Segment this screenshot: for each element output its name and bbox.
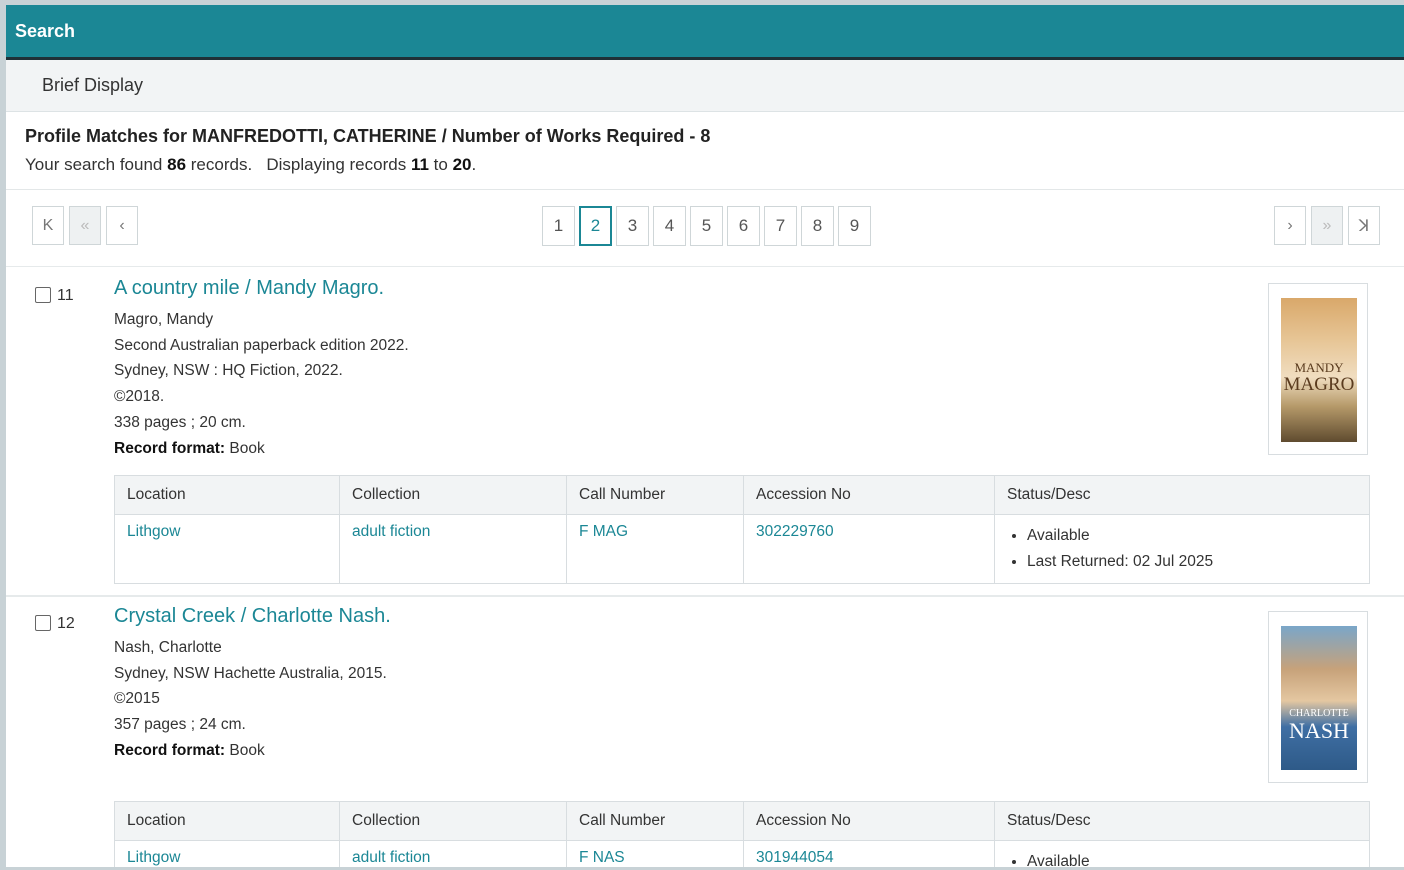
search-result-summary: Your search found 86 records. Displaying… — [25, 155, 477, 174]
first-page-icon: K — [42, 216, 54, 234]
location-link[interactable]: Lithgow — [127, 523, 180, 540]
call-number-link[interactable]: F MAG — [579, 523, 628, 540]
record-title-link[interactable]: Crystal Creek / Charlotte Nash. — [114, 605, 391, 628]
record-details: Nash, Charlotte Sydney, NSW Hachette Aus… — [114, 635, 387, 764]
record-extent: 338 pages ; 20 cm. — [114, 413, 246, 431]
cover-image: MANDY MAGRO — [1281, 298, 1357, 442]
previous-group-button[interactable]: « — [69, 206, 101, 245]
status-available: Available — [1027, 523, 1357, 549]
chevron-left-icon: ‹ — [119, 216, 125, 234]
page-number-list: 123456789 — [542, 206, 871, 246]
double-chevron-right-icon: » — [1322, 216, 1332, 234]
app-frame: Search Brief Display Profile Matches for… — [6, 5, 1404, 867]
page-9-button[interactable]: 9 — [838, 206, 871, 246]
record-format: Record format: Book — [114, 741, 265, 759]
accession-link[interactable]: 301944054 — [756, 849, 834, 866]
page-6-button[interactable]: 6 — [727, 206, 760, 246]
call-number-link[interactable]: F NAS — [579, 849, 625, 866]
record-format: Record format: Book — [114, 439, 265, 457]
record-select-checkbox[interactable] — [35, 615, 51, 631]
status-list: Available Last Returned: 02 Jul 2025 — [1007, 523, 1357, 575]
last-page-button[interactable]: ꓘ — [1348, 206, 1380, 245]
profile-summary: Profile Matches for MANFREDOTTI, CATHERI… — [6, 112, 1404, 190]
col-status: Status/Desc — [994, 475, 1370, 515]
status-list: Available — [1007, 849, 1357, 867]
location-link[interactable]: Lithgow — [127, 849, 180, 866]
col-location: Location — [114, 475, 340, 515]
record-extent: 357 pages ; 24 cm. — [114, 716, 246, 734]
chevron-right-icon: › — [1287, 216, 1293, 234]
result-record: 12 Crystal Creek / Charlotte Nash. Nash,… — [6, 597, 1404, 867]
page-5-button[interactable]: 5 — [690, 206, 723, 246]
book-cover[interactable]: MANDY MAGRO — [1268, 283, 1368, 455]
table-row: Lithgow adult fiction F NAS 301944054 Av… — [114, 840, 1370, 867]
col-accession: Accession No — [743, 801, 995, 841]
record-select-checkbox[interactable] — [35, 287, 51, 303]
result-count: 86 — [167, 155, 187, 174]
col-call-number: Call Number — [566, 475, 744, 515]
first-page-button[interactable]: K — [32, 206, 64, 245]
book-cover[interactable]: CHARLOTTE NASH — [1268, 611, 1368, 783]
cover-image: CHARLOTTE NASH — [1281, 626, 1357, 770]
collection-link[interactable]: adult fiction — [352, 523, 430, 540]
page-4-button[interactable]: 4 — [653, 206, 686, 246]
record-number: 12 — [57, 615, 75, 632]
collection-link[interactable]: adult fiction — [352, 849, 430, 866]
display-from: 11 — [410, 155, 429, 174]
record-copyright: ©2015 — [114, 690, 160, 708]
record-details: Magro, Mandy Second Australian paperback… — [114, 307, 409, 461]
page-8-button[interactable]: 8 — [801, 206, 834, 246]
page-3-button[interactable]: 3 — [616, 206, 649, 246]
page-2-button[interactable]: 2 — [579, 206, 612, 246]
col-location: Location — [114, 801, 340, 841]
display-mode-bar: Brief Display — [6, 60, 1404, 112]
display-to: 20 — [452, 155, 472, 174]
page-7-button[interactable]: 7 — [764, 206, 797, 246]
result-record: 11 A country mile / Mandy Magro. Magro, … — [6, 267, 1404, 597]
previous-page-button[interactable]: ‹ — [106, 206, 138, 245]
col-accession: Accession No — [743, 475, 995, 515]
record-author: Nash, Charlotte — [114, 639, 222, 656]
record-copyright: ©2018. — [114, 388, 165, 406]
status-available: Available — [1027, 849, 1357, 867]
col-status: Status/Desc — [994, 801, 1370, 841]
header-bar: Search — [6, 5, 1404, 60]
last-page-icon: ꓘ — [1358, 217, 1370, 235]
holdings-table: Location Collection Call Number Accessio… — [114, 475, 1370, 584]
holdings-table: Location Collection Call Number Accessio… — [114, 801, 1370, 867]
next-page-button[interactable]: › — [1274, 206, 1306, 245]
col-collection: Collection — [339, 475, 567, 515]
col-call-number: Call Number — [566, 801, 744, 841]
record-number: 11 — [57, 287, 74, 304]
col-collection: Collection — [339, 801, 567, 841]
table-row: Lithgow adult fiction F MAG 302229760 Av… — [114, 514, 1370, 584]
record-publisher: Sydney, NSW : HQ Fiction, 2022. — [114, 362, 343, 380]
brief-display-label[interactable]: Brief Display — [42, 75, 143, 96]
next-group-button[interactable]: » — [1311, 206, 1343, 245]
profile-heading: Profile Matches for MANFREDOTTI, CATHERI… — [25, 126, 711, 146]
double-chevron-left-icon: « — [80, 216, 90, 234]
record-edition: Second Australian paperback edition 2022… — [114, 336, 409, 354]
accession-link[interactable]: 302229760 — [756, 523, 834, 540]
cover-author-last: NASH — [1289, 718, 1349, 743]
record-title-link[interactable]: A country mile / Mandy Magro. — [114, 277, 384, 300]
status-last-returned: Last Returned: 02 Jul 2025 — [1027, 549, 1357, 575]
record-author: Magro, Mandy — [114, 311, 214, 328]
cover-author-last: MAGRO — [1283, 374, 1355, 395]
record-publisher: Sydney, NSW Hachette Australia, 2015. — [114, 664, 387, 682]
pagination: K « ‹ 123456789 › » ꓘ — [6, 190, 1404, 267]
page-title: Search — [15, 20, 76, 41]
page-1-button[interactable]: 1 — [542, 206, 575, 246]
